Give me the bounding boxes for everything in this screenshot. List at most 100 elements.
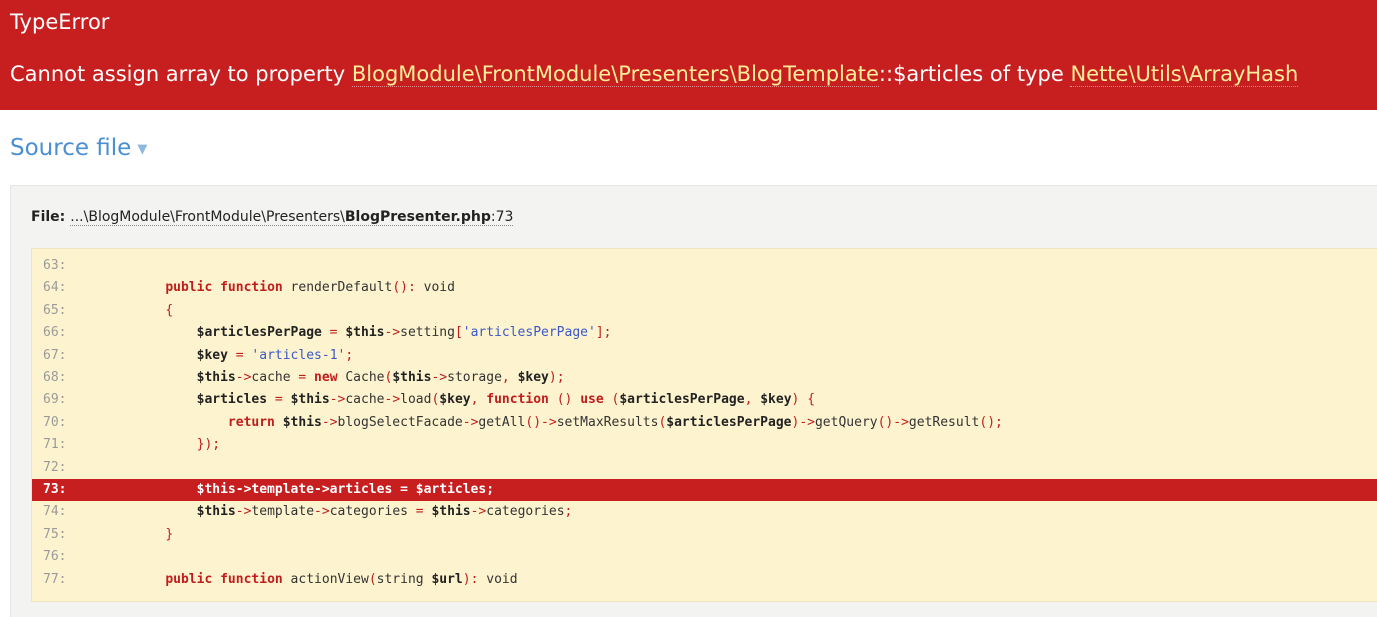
line-source: $key = 'articles-1'; xyxy=(134,345,354,367)
code-token: $key xyxy=(196,347,228,363)
code-line: 66: $articlesPerPage = $this->setting['a… xyxy=(32,322,1377,344)
code-token: actionView xyxy=(282,571,369,587)
code-token: ) { xyxy=(791,392,816,408)
code-token: storage xyxy=(447,370,502,385)
code-token: categories xyxy=(486,504,565,520)
line-number: 69: xyxy=(43,392,67,408)
code-line: 67: $key = 'articles-1'; xyxy=(32,345,1377,367)
code-token: public xyxy=(165,280,213,296)
code-token: , xyxy=(744,392,761,408)
code-token: new xyxy=(314,370,338,385)
line-number: 64: xyxy=(43,280,67,296)
code-token: } xyxy=(165,526,174,542)
code-token: -> xyxy=(431,370,448,385)
line-number: 67: xyxy=(43,347,67,363)
code-token: -> xyxy=(329,392,346,408)
message-prefix: Cannot assign array to property xyxy=(10,62,346,86)
line-number: 76: xyxy=(43,549,67,565)
error-message: Cannot assign array to property BlogModu… xyxy=(10,60,1299,88)
file-line-number: :73 xyxy=(490,209,514,225)
code-token: function xyxy=(220,571,283,587)
code-token: $url xyxy=(431,571,463,587)
line-source: return $this->blogSelectFacade->getAll()… xyxy=(134,412,1003,434)
line-source: public function renderDefault(): void xyxy=(134,277,455,299)
line-source: public function actionView(string $url):… xyxy=(134,569,517,591)
code-token: () xyxy=(548,392,581,408)
code-token: -> xyxy=(235,504,252,520)
code-block: 63: 64: public function renderDefault(): … xyxy=(31,248,1377,602)
code-token: load xyxy=(400,392,432,408)
code-token: $key xyxy=(517,370,549,385)
code-token: $this xyxy=(196,504,236,520)
code-token: $this xyxy=(392,370,432,385)
code-line: 68: $this->cache = new Cache($this->stor… xyxy=(32,367,1377,389)
line-number: 68: xyxy=(43,370,67,385)
line-number: 77: xyxy=(43,571,67,587)
source-file-toggle[interactable]: Source file ▼ xyxy=(10,133,147,167)
code-token: = xyxy=(407,504,432,520)
code-token: -> xyxy=(384,392,401,408)
line-source: $this->template->articles = $articles; xyxy=(134,479,494,501)
code-token: function xyxy=(220,280,283,296)
class-link[interactable]: BlogModule\FrontModule\Presenters\BlogTe… xyxy=(351,62,879,87)
code-token: void xyxy=(415,280,455,296)
code-token: use xyxy=(580,392,604,408)
code-token: { xyxy=(165,302,174,318)
source-panel: File: ...\BlogModule\FrontModule\Presente… xyxy=(10,185,1377,617)
line-source: $this->template->categories = $this->cat… xyxy=(134,501,573,523)
file-path: ...\BlogModule\FrontModule\Presenters\ xyxy=(70,209,345,225)
code-token: ()-> xyxy=(877,414,909,430)
code-token: $articles xyxy=(196,392,268,408)
line-number: 74: xyxy=(43,504,67,520)
code-token: -> xyxy=(321,414,338,430)
code-token: $articlesPerPage xyxy=(619,392,745,408)
code-token: , xyxy=(470,392,487,408)
file-label: File: xyxy=(31,209,66,225)
code-token: -> xyxy=(235,370,252,385)
code-token: $key xyxy=(760,392,792,408)
line-source: $this->cache = new Cache($this->storage,… xyxy=(134,367,565,389)
line-number: 65: xyxy=(43,302,67,318)
code-line: 72: xyxy=(32,457,1377,479)
code-token: cache xyxy=(251,370,291,385)
scope-separator: :: xyxy=(878,62,894,86)
code-token: template xyxy=(251,504,315,520)
type-link[interactable]: Nette\Utils\ArrayHash xyxy=(1070,62,1299,87)
triangle-down-icon: ▼ xyxy=(137,142,148,157)
code-line: 74: $this->template->categories = $this-… xyxy=(32,501,1377,523)
line-source: $articles = $this->cache->load($key, fun… xyxy=(134,389,815,411)
code-token: $this xyxy=(431,504,471,520)
file-link[interactable]: ...\BlogModule\FrontModule\Presenters\Bl… xyxy=(70,209,514,226)
code-token: blogSelectFacade xyxy=(337,414,463,430)
code-line: 76: xyxy=(32,546,1377,568)
line-number: 75: xyxy=(43,526,67,542)
code-token: cache xyxy=(345,392,385,408)
code-token: getResult xyxy=(908,414,980,430)
code-token: Cache xyxy=(337,370,385,385)
code-token: $this xyxy=(282,414,322,430)
code-token: = xyxy=(227,347,252,363)
code-token: 'articles-1' xyxy=(251,347,346,363)
line-number: 70: xyxy=(43,414,67,430)
code-token: string xyxy=(376,571,432,587)
code-token: return xyxy=(227,414,275,430)
line-number: 66: xyxy=(43,325,67,341)
error-header: TypeError Cannot assign array to propert… xyxy=(0,0,1377,110)
code-token: -> xyxy=(470,504,487,520)
code-line: 63: xyxy=(32,255,1377,277)
section-title: Source file xyxy=(10,135,132,161)
error-type: TypeError xyxy=(10,10,110,34)
code-line: 69: $articles = $this->cache->load($key,… xyxy=(32,389,1377,411)
code-line: 77: public function actionView(string $u… xyxy=(32,569,1377,591)
code-token: getQuery xyxy=(814,414,878,430)
